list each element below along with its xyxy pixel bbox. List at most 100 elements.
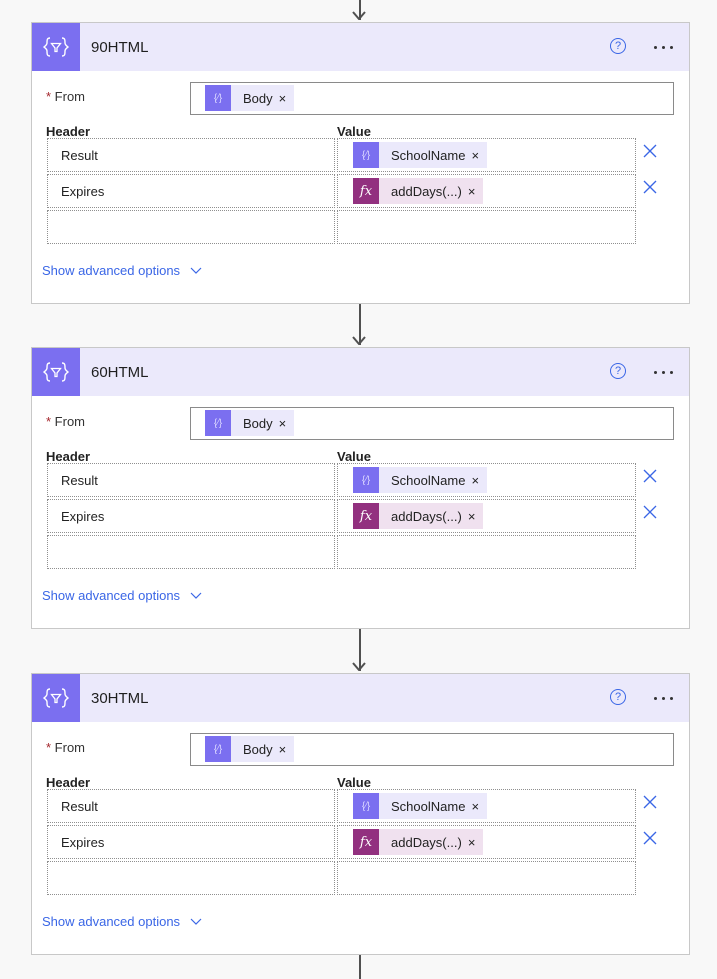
header-column-label: Header (46, 775, 91, 790)
token-remove-icon[interactable]: × (471, 799, 487, 814)
token-remove-icon[interactable]: × (468, 184, 484, 199)
value-column-label: Value (337, 775, 371, 790)
token-remove-icon[interactable]: × (279, 416, 295, 431)
header-key-input[interactable]: Expires (47, 499, 335, 533)
header-value-input[interactable] (337, 861, 636, 895)
header-value-input[interactable] (337, 210, 636, 244)
show-advanced-options-link[interactable]: Show advanced options (42, 263, 202, 278)
card-header[interactable]: 60HTML ? (32, 348, 689, 396)
compose-action-card: 60HTML ? * From {⁄} Body × Header Value … (31, 347, 690, 629)
header-key-text: Result (61, 799, 98, 814)
fx-icon: fx (353, 178, 379, 204)
token-remove-icon[interactable]: × (468, 509, 484, 524)
flow-connector-arrow (352, 0, 366, 20)
header-key-text: Expires (61, 835, 105, 850)
from-label: * From (46, 414, 86, 429)
token-label: addDays(...) (391, 834, 462, 850)
token-label: addDays(...) (391, 508, 462, 524)
compose-filter-icon (32, 674, 80, 722)
dynamic-content-token[interactable]: {⁄} SchoolName × (353, 467, 488, 493)
dynamic-content-token[interactable]: {⁄} SchoolName × (353, 142, 488, 168)
header-value-input[interactable]: fx addDays(...) × (337, 825, 636, 859)
header-key-text: Result (61, 148, 98, 163)
token-remove-icon[interactable]: × (468, 835, 484, 850)
delete-row-icon[interactable] (643, 831, 657, 845)
delete-row-icon[interactable] (643, 505, 657, 519)
header-column-label: Header (46, 124, 91, 139)
body-token[interactable]: {⁄} Body × (205, 85, 295, 111)
fx-icon: fx (353, 829, 379, 855)
action-title[interactable]: 90HTML (91, 39, 149, 56)
compose-action-card: 30HTML ? * From {⁄} Body × Header Value … (31, 673, 690, 955)
delete-row-icon[interactable] (643, 469, 657, 483)
header-column-label: Header (46, 449, 91, 464)
token-label: Body (243, 741, 273, 757)
card-header[interactable]: 90HTML ? (32, 23, 689, 71)
dynamic-content-icon: {⁄} (205, 410, 231, 436)
from-label: * From (46, 89, 86, 104)
header-key-text: Result (61, 473, 98, 488)
header-value-input[interactable]: {⁄} SchoolName × (337, 138, 636, 172)
chevron-down-icon (190, 592, 202, 599)
token-label: SchoolName (391, 147, 466, 163)
dynamic-content-token[interactable]: {⁄} SchoolName × (353, 793, 488, 819)
header-value-input[interactable] (337, 535, 636, 569)
compose-filter-icon (32, 348, 80, 396)
help-icon[interactable]: ? (610, 363, 626, 379)
header-key-input[interactable]: Result (47, 789, 335, 823)
header-key-input[interactable] (47, 535, 335, 569)
header-value-input[interactable]: {⁄} SchoolName × (337, 463, 636, 497)
header-key-input[interactable] (47, 861, 335, 895)
token-remove-icon[interactable]: × (471, 473, 487, 488)
dynamic-content-icon: {⁄} (205, 736, 231, 762)
from-label: * From (46, 740, 86, 755)
expression-token[interactable]: fx addDays(...) × (353, 829, 484, 855)
token-label: SchoolName (391, 472, 466, 488)
action-title[interactable]: 30HTML (91, 690, 149, 707)
from-input[interactable]: {⁄} Body × (190, 407, 674, 440)
header-key-text: Expires (61, 509, 105, 524)
header-key-input[interactable] (47, 210, 335, 244)
from-input[interactable]: {⁄} Body × (190, 733, 674, 766)
help-icon[interactable]: ? (610, 689, 626, 705)
action-title[interactable]: 60HTML (91, 364, 149, 381)
dynamic-content-icon: {⁄} (353, 793, 379, 819)
header-value-input[interactable]: fx addDays(...) × (337, 499, 636, 533)
token-remove-icon[interactable]: × (279, 742, 295, 757)
token-label: Body (243, 415, 273, 431)
body-token[interactable]: {⁄} Body × (205, 410, 295, 436)
flow-connector-arrow (352, 629, 366, 671)
token-label: Body (243, 90, 273, 106)
dynamic-content-icon: {⁄} (353, 142, 379, 168)
body-token[interactable]: {⁄} Body × (205, 736, 295, 762)
flow-connector-arrow (352, 303, 366, 345)
from-input[interactable]: {⁄} Body × (190, 82, 674, 115)
delete-row-icon[interactable] (643, 180, 657, 194)
header-key-input[interactable]: Expires (47, 174, 335, 208)
dynamic-content-icon: {⁄} (353, 467, 379, 493)
more-options-icon[interactable] (654, 46, 673, 49)
flow-connector-line (359, 955, 361, 979)
header-value-input[interactable]: {⁄} SchoolName × (337, 789, 636, 823)
expression-token[interactable]: fx addDays(...) × (353, 503, 484, 529)
more-options-icon[interactable] (654, 371, 673, 374)
help-icon[interactable]: ? (610, 38, 626, 54)
show-advanced-options-link[interactable]: Show advanced options (42, 588, 202, 603)
show-advanced-options-link[interactable]: Show advanced options (42, 914, 202, 929)
token-label: SchoolName (391, 798, 466, 814)
chevron-down-icon (190, 267, 202, 274)
delete-row-icon[interactable] (643, 795, 657, 809)
header-key-input[interactable]: Result (47, 138, 335, 172)
delete-row-icon[interactable] (643, 144, 657, 158)
expression-token[interactable]: fx addDays(...) × (353, 178, 484, 204)
header-key-input[interactable]: Result (47, 463, 335, 497)
dynamic-content-icon: {⁄} (205, 85, 231, 111)
token-remove-icon[interactable]: × (279, 91, 295, 106)
token-remove-icon[interactable]: × (471, 148, 487, 163)
card-header[interactable]: 30HTML ? (32, 674, 689, 722)
more-options-icon[interactable] (654, 697, 673, 700)
header-key-input[interactable]: Expires (47, 825, 335, 859)
value-column-label: Value (337, 449, 371, 464)
compose-filter-icon (32, 23, 80, 71)
header-value-input[interactable]: fx addDays(...) × (337, 174, 636, 208)
